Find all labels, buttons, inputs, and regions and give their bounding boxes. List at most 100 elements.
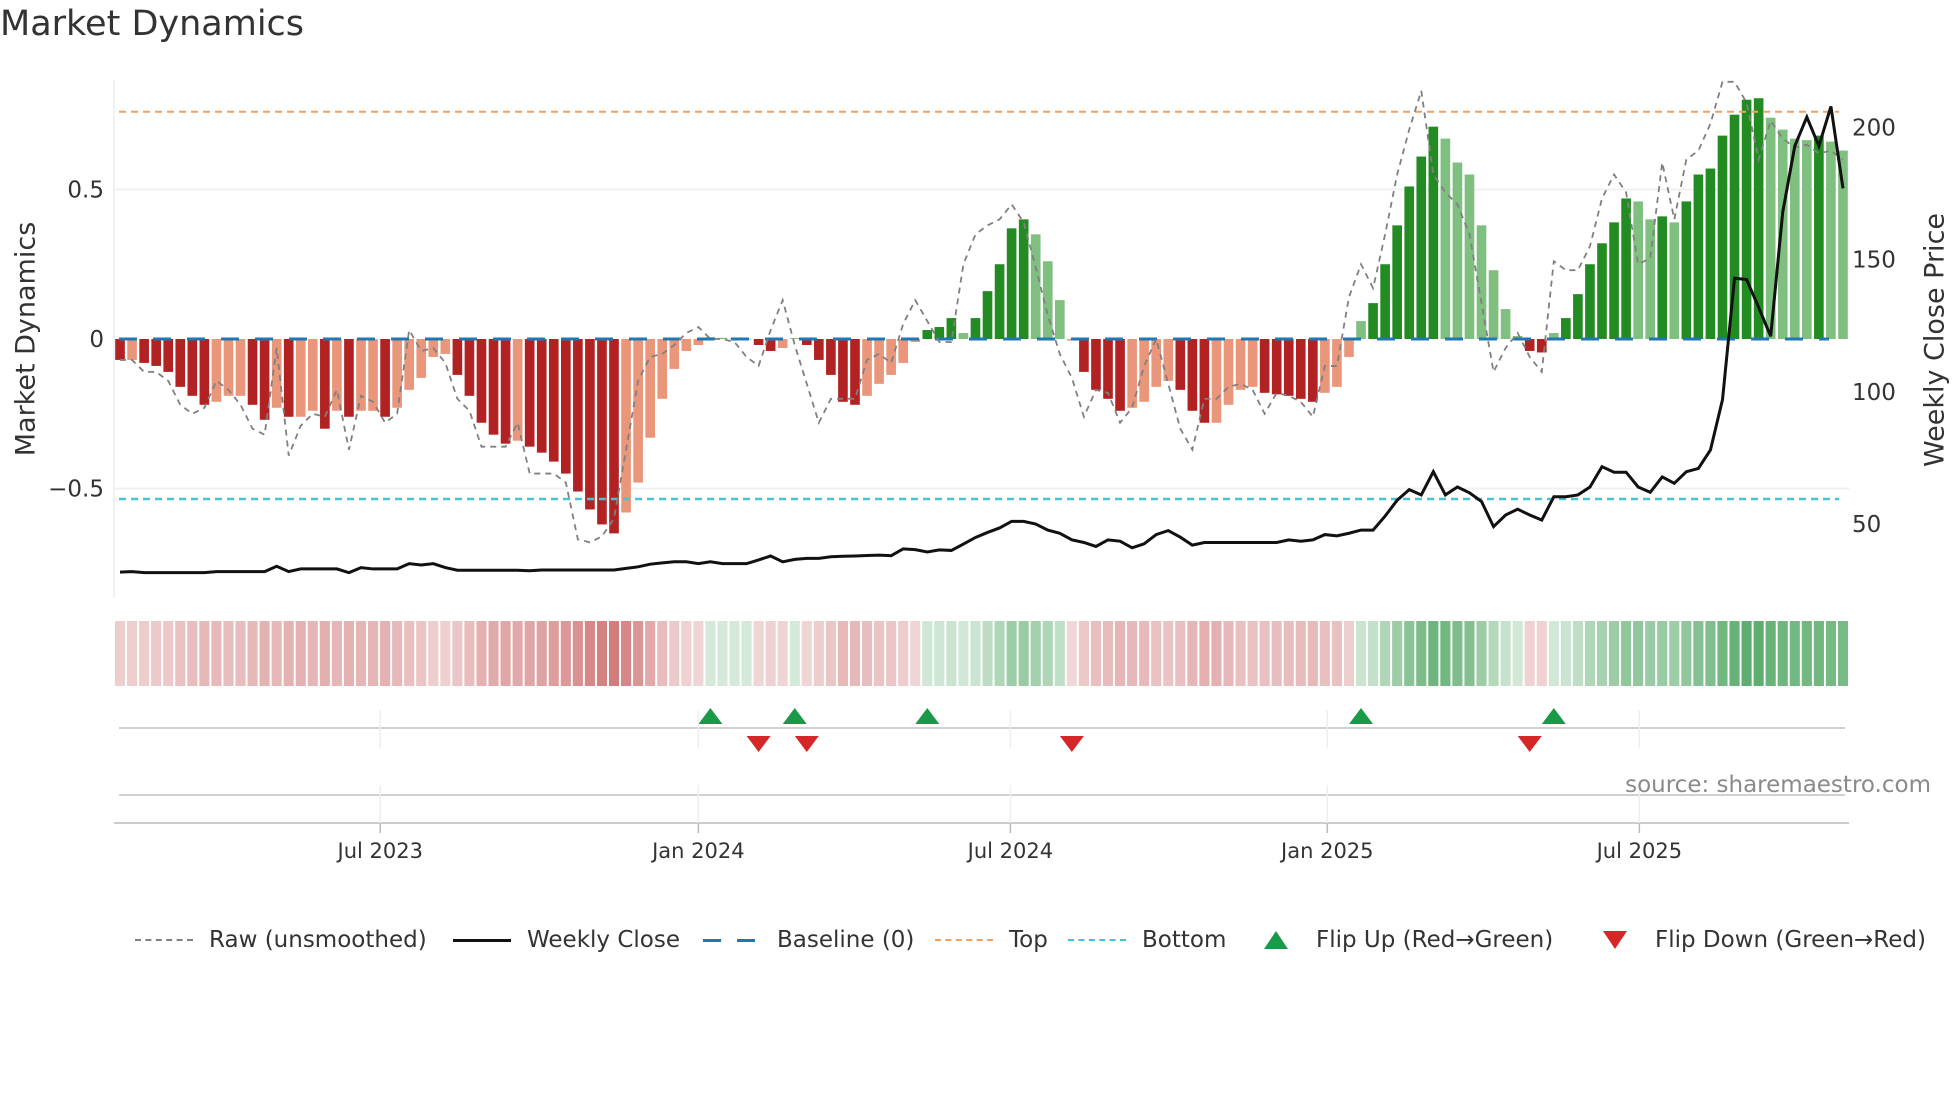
momentum-bar xyxy=(344,339,354,417)
momentum-bar xyxy=(633,339,643,483)
flip-down-marker xyxy=(1517,736,1542,752)
momentum-bar xyxy=(1235,339,1246,390)
momentum-bar xyxy=(645,339,655,438)
regime-cell xyxy=(1307,621,1318,686)
regime-cell xyxy=(1018,621,1029,686)
regime-cell xyxy=(1139,621,1150,686)
regime-cell xyxy=(404,621,415,686)
regime-cell xyxy=(488,621,499,686)
momentum-bar xyxy=(1404,186,1415,339)
regime-cell xyxy=(1114,621,1126,686)
regime-cell xyxy=(1572,621,1583,686)
regime-cell xyxy=(584,621,595,686)
x-tick-label: Jan 2024 xyxy=(650,839,745,863)
regime-cell xyxy=(922,621,933,686)
momentum-bar xyxy=(1163,339,1174,381)
regime-cell xyxy=(1404,621,1415,686)
x-tick-label: Jan 2025 xyxy=(1279,839,1374,863)
momentum-bar xyxy=(1079,339,1089,372)
regime-cell xyxy=(464,621,475,686)
momentum-bar xyxy=(1573,294,1583,339)
regime-cell xyxy=(1054,621,1065,686)
regime-cell xyxy=(1705,621,1716,686)
regime-cell xyxy=(380,621,391,686)
regime-cell xyxy=(1090,621,1102,686)
momentum-bar xyxy=(898,339,909,363)
momentum-bar xyxy=(488,339,499,435)
momentum-bar xyxy=(862,339,872,396)
regime-cell xyxy=(837,621,849,686)
y2-tick-label: 50 xyxy=(1852,512,1881,538)
regime-cell xyxy=(1452,621,1463,686)
regime-cell xyxy=(223,621,234,686)
y-tick-label: 0 xyxy=(89,327,104,353)
momentum-bar xyxy=(1259,339,1270,393)
momentum-bar xyxy=(1103,339,1113,399)
regime-cell xyxy=(440,621,451,686)
regime-cell xyxy=(1392,621,1403,686)
regime-strip xyxy=(114,621,1849,686)
regime-cell xyxy=(1416,621,1427,686)
momentum-bar xyxy=(1380,264,1390,339)
regime-cell xyxy=(789,621,800,686)
flip-markers xyxy=(119,708,1845,752)
momentum-bar xyxy=(1609,222,1619,339)
momentum-bar xyxy=(151,339,161,366)
regime-cell xyxy=(1331,621,1342,686)
momentum-bar xyxy=(1308,339,1318,402)
regime-cell xyxy=(874,621,885,686)
momentum-bar xyxy=(1356,321,1366,339)
regime-cell xyxy=(1801,621,1812,686)
regime-cell xyxy=(114,621,126,686)
legend-flip-up: Flip Up (Red→Green) xyxy=(1250,922,1553,958)
regime-cell xyxy=(1440,621,1451,686)
regime-cell xyxy=(717,621,728,686)
regime-cell xyxy=(295,621,306,686)
flip-down-marker xyxy=(1059,736,1084,752)
momentum-bar xyxy=(1030,234,1041,339)
regime-cell xyxy=(1657,621,1668,686)
regime-cell xyxy=(1813,621,1824,686)
momentum-bar xyxy=(1524,339,1535,351)
regime-cell xyxy=(1741,621,1752,686)
legend-top-label: Top xyxy=(1009,927,1048,953)
regime-cell xyxy=(319,621,330,686)
legend-bottom: Bottom xyxy=(1068,922,1226,958)
momentum-bar xyxy=(404,339,415,390)
momentum-bar xyxy=(1187,339,1198,411)
momentum-bar xyxy=(958,333,969,339)
momentum-bar xyxy=(789,338,800,339)
momentum-bar xyxy=(1705,168,1716,339)
legend-top: Top xyxy=(935,922,1048,958)
momentum-bar xyxy=(139,339,149,363)
momentum-bar xyxy=(1151,339,1162,387)
regime-cell xyxy=(187,621,198,686)
regime-cell xyxy=(199,621,210,686)
momentum-bar xyxy=(838,339,848,402)
legend-flip-up-label: Flip Up (Red→Green) xyxy=(1316,927,1554,953)
momentum-bar xyxy=(223,339,234,396)
regime-cell xyxy=(729,621,740,686)
regime-cell xyxy=(1163,621,1174,686)
regime-cell xyxy=(1765,621,1776,686)
regime-cell xyxy=(392,621,403,686)
momentum-bar xyxy=(1681,201,1692,339)
regime-cell xyxy=(753,621,764,686)
momentum-bar xyxy=(1199,339,1210,423)
regime-cell xyxy=(1380,621,1391,686)
regime-cell xyxy=(548,621,559,686)
momentum-bar xyxy=(235,339,246,396)
regime-cell xyxy=(886,621,897,686)
bottom-swatch xyxy=(1068,939,1126,941)
momentum-bar xyxy=(1368,303,1378,339)
regime-cell xyxy=(1645,621,1656,686)
momentum-bar xyxy=(585,339,595,510)
flip-up-marker xyxy=(698,708,723,724)
momentum-bar xyxy=(1127,339,1137,408)
momentum-bar xyxy=(440,339,451,354)
regime-cell xyxy=(994,621,1005,686)
momentum-bar xyxy=(211,339,222,402)
raw-swatch xyxy=(135,939,193,941)
regime-cell xyxy=(1837,621,1849,686)
regime-cell xyxy=(247,621,258,686)
